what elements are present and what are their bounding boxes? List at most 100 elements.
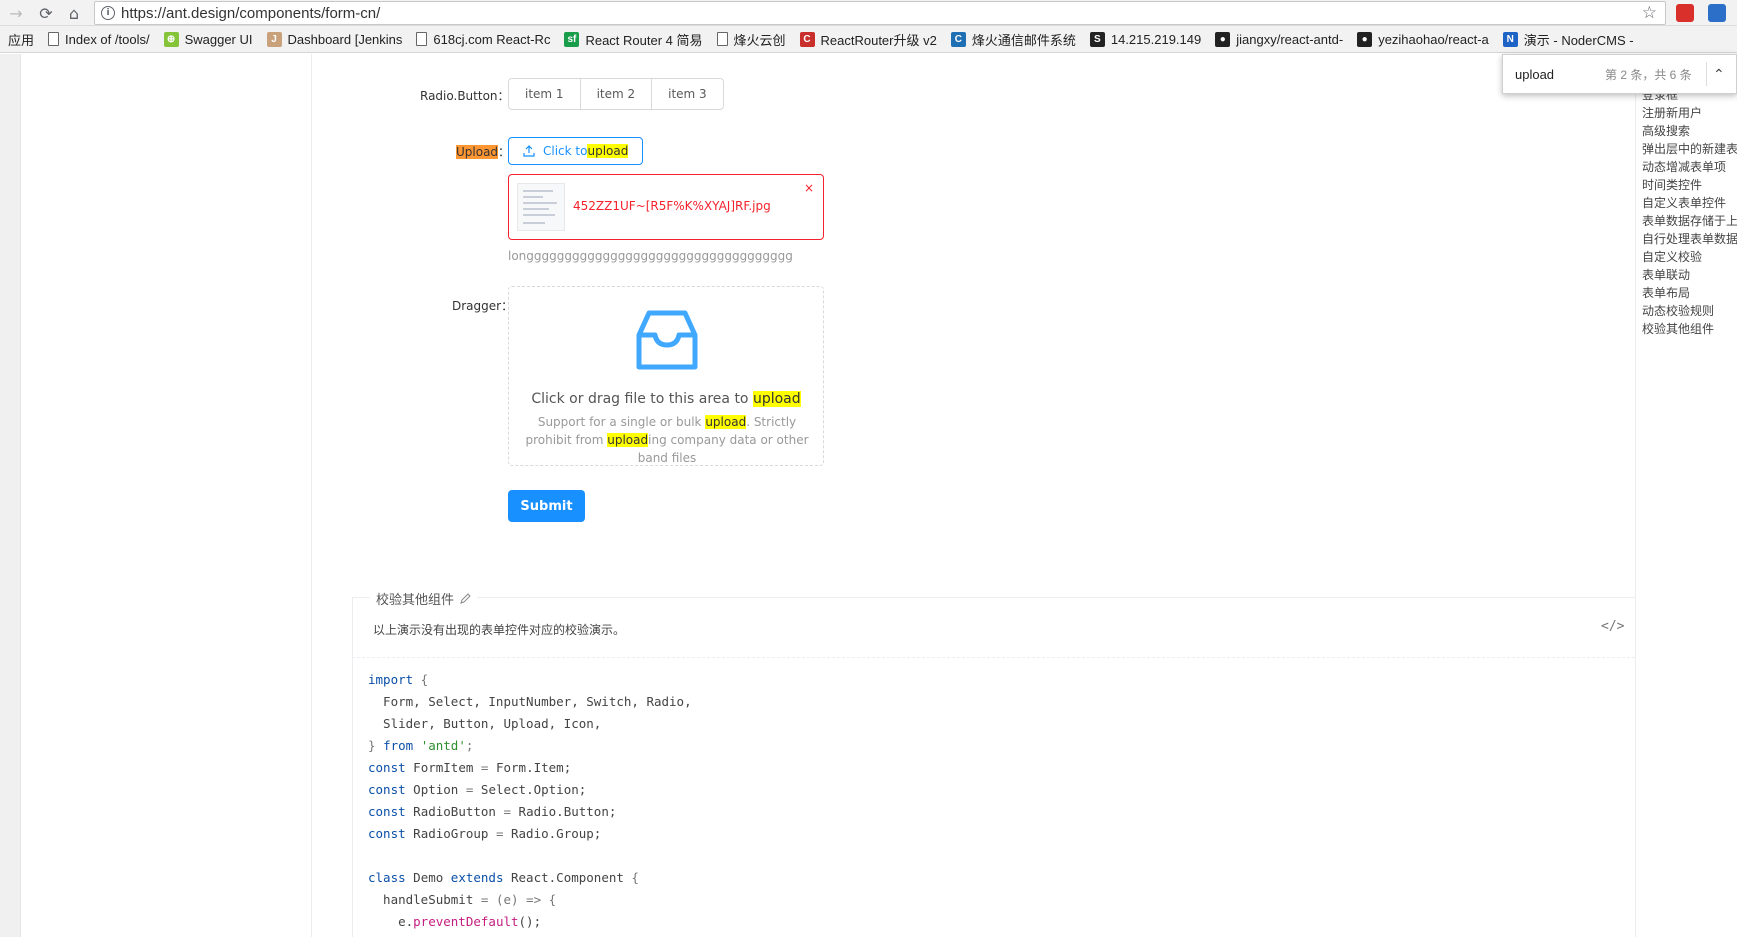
edit-icon[interactable] (460, 593, 471, 604)
address-url: https://ant.design/components/form-cn/ (121, 4, 381, 22)
radio-button-group: item 1 item 2 item 3 (508, 78, 724, 110)
upload-button-text: Click to (543, 144, 588, 158)
find-previous-icon[interactable]: ⌃ (1713, 66, 1725, 83)
s-icon: S (1089, 31, 1105, 47)
bookmark-item[interactable]: C 烽火通信邮件系统 (950, 30, 1076, 49)
anchor-link[interactable]: 时间类控件 (1642, 176, 1737, 194)
bookmark-label: 应用 (8, 32, 35, 48)
radio-button-item[interactable]: item 3 (651, 78, 724, 110)
remove-file-icon[interactable]: × (804, 181, 814, 195)
anchor-link[interactable]: 弹出层中的新建表单 (1642, 140, 1737, 158)
anchor-divider (1635, 54, 1636, 937)
bookmark-item[interactable]: Index of /tools/ (48, 32, 150, 47)
find-separator (1706, 62, 1707, 86)
bookmark-label: React Router 4 简易 (585, 32, 703, 48)
home-icon[interactable]: ⌂ (64, 3, 84, 23)
upload-dragger[interactable]: Click or drag file to this area to uploa… (508, 286, 824, 466)
sf-icon: sf (564, 31, 580, 47)
anchor-link[interactable]: 自定义校验 (1642, 248, 1737, 266)
extension-translate-icon[interactable] (1708, 4, 1726, 22)
swagger-icon: ⊕ (163, 31, 179, 47)
anchor-link[interactable]: 高级搜索 (1642, 122, 1737, 140)
dragger-hint: Support for a single or bulk upload. Str… (525, 415, 809, 465)
anchor-link[interactable]: 自行处理表单数据 (1642, 230, 1737, 248)
c-blue-icon: C (950, 31, 966, 47)
bookmark-label: Swagger UI (184, 31, 253, 47)
code-line: handleSubmit = (e) => { (368, 892, 557, 907)
bookmark-item[interactable]: ● yezihaohao/react-a (1357, 31, 1489, 47)
anchor-link[interactable]: 动态增减表单项 (1642, 158, 1737, 176)
bookmark-label: Dashboard [Jenkins (287, 31, 403, 47)
upload-button[interactable]: Click to upload (508, 137, 643, 165)
anchor-link[interactable]: 动态校验规则 (1642, 302, 1737, 320)
code-line: const RadioButton = Radio.Button; (368, 804, 617, 819)
page-icon (48, 32, 60, 46)
bookmark-item[interactable]: S 14.215.219.149 (1089, 31, 1202, 47)
anchor-link[interactable]: 自定义表单控件 (1642, 194, 1737, 212)
extension-red-icon[interactable] (1676, 4, 1694, 22)
reload-icon[interactable]: ⟳ (36, 3, 56, 23)
site-info-icon[interactable]: i (101, 6, 115, 20)
upload-icon (523, 145, 535, 157)
page-icon (716, 32, 728, 46)
code-line: import { (368, 672, 429, 687)
bookmark-label: Index of /tools/ (65, 31, 150, 47)
bookmark-item[interactable]: 烽火云创 (716, 30, 786, 49)
bookmark-label: 烽火通信邮件系统 (971, 32, 1076, 48)
code-line: Form, Select, InputNumber, Switch, Radio… (368, 694, 692, 709)
demo-box-border (352, 597, 353, 937)
demo-divider (352, 597, 1635, 598)
file-thumbnail (517, 183, 565, 231)
back-arrow-icon[interactable]: → (6, 3, 26, 23)
anchor-link[interactable]: 校验其他组件 (1642, 320, 1737, 338)
bookmark-label: 618cj.com React-Rc (433, 31, 551, 47)
bookmark-item[interactable]: ● jiangxy/react-antd- (1215, 31, 1344, 47)
bookmark-item[interactable]: N 演示 - NoderCMS - (1502, 30, 1634, 49)
jenkins-icon: J (266, 31, 282, 47)
anchor-list: 登录框注册新用户高级搜索弹出层中的新建表单动态增减表单项时间类控件自定义表单控件… (1642, 86, 1737, 338)
code-line: } from 'antd'; (368, 738, 474, 753)
demo-description: 以上演示没有出现的表单控件对应的校验演示。 (373, 623, 626, 637)
bookmark-item[interactable]: 应用 (8, 30, 34, 49)
anchor-link[interactable]: 表单数据存储于上层组件 (1642, 212, 1737, 230)
bookmark-item[interactable]: J Dashboard [Jenkins (266, 31, 403, 47)
bookmark-item[interactable]: sf React Router 4 简易 (564, 30, 703, 49)
bookmark-label: 14.215.219.149 (1110, 31, 1202, 47)
code-expand-icon[interactable]: </> (1601, 619, 1624, 634)
n-icon: N (1502, 31, 1518, 47)
bookmark-label: yezihaohao/react-a (1378, 31, 1489, 47)
upload-extra-text: longgggggggggggggggggggggggggggggggggg (508, 249, 793, 263)
radio-button-item[interactable]: item 2 (579, 78, 653, 110)
dragger-label: Dragger： (452, 299, 513, 313)
submit-button[interactable]: Submit (508, 490, 585, 522)
radio-button-label: Radio.Button： (420, 89, 510, 103)
c-red-icon: C (799, 31, 815, 47)
code-line: e.preventDefault(); (368, 914, 542, 929)
bookmark-star-icon[interactable]: ☆ (1642, 3, 1657, 23)
upload-label: Upload： (456, 145, 511, 159)
address-bar[interactable]: i https://ant.design/components/form-cn/… (94, 1, 1666, 25)
github-icon: ● (1215, 31, 1231, 47)
file-name[interactable]: 452ZZ1UF~[R5F%K%XYAJ]RF.jpg (573, 199, 771, 213)
browser-toolbar: → ⟳ ⌂ i https://ant.design/components/fo… (0, 0, 1737, 26)
sidebar-divider (311, 54, 312, 937)
code-line: const Option = Select.Option; (368, 782, 587, 797)
anchor-link[interactable]: 注册新用户 (1642, 104, 1737, 122)
github-icon: ● (1357, 31, 1373, 47)
anchor-link[interactable]: 表单联动 (1642, 266, 1737, 284)
demo-title: 校验其他组件 (370, 589, 478, 608)
bookmark-item[interactable]: ⊕ Swagger UI (163, 31, 253, 47)
code-line: class Demo extends React.Component { (368, 870, 639, 885)
upload-file-item[interactable]: 452ZZ1UF~[R5F%K%XYAJ]RF.jpg × (508, 174, 824, 240)
find-bar: upload 第 2 条，共 6 条 ⌃ (1502, 54, 1737, 94)
bookmark-label: 烽火云创 (733, 32, 786, 48)
bookmark-item[interactable]: 618cj.com React-Rc (416, 32, 550, 47)
radio-button-item[interactable]: item 1 (508, 78, 581, 110)
bookmark-label: jiangxy/react-antd- (1236, 31, 1344, 47)
bookmarks-bar: 应用 Index of /tools/ ⊕ Swagger UI J Dashboard … (0, 26, 1737, 53)
bookmark-item[interactable]: C ReactRouter升级 v2 (799, 30, 937, 49)
find-input[interactable]: upload (1515, 67, 1605, 82)
anchor-link[interactable]: 表单布局 (1642, 284, 1737, 302)
page-icon (416, 32, 428, 46)
